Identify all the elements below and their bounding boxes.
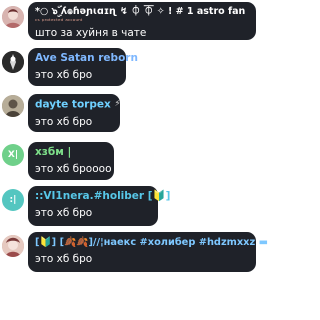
- message-bubble[interactable]: *○ ๖ۣۜ ʎ๏ɦəɲɩɑɪɳ ↯ ⏀ ⏁ ✧ ! # 1 astro fan…: [28, 2, 256, 40]
- avatar-image-icon: [2, 6, 24, 28]
- avatar[interactable]: [2, 51, 24, 73]
- message-bubble[interactable]: dayte torpex ⚡ это хб бро: [28, 94, 121, 132]
- avatar[interactable]: [2, 95, 24, 117]
- sender-name-text: dayte torpex: [35, 98, 111, 111]
- sender-name[interactable]: Ave Satan reborn: [35, 52, 138, 65]
- sender-name[interactable]: dayte torpex ⚡: [35, 98, 121, 112]
- lightning-icon: ⚡: [114, 99, 121, 109]
- avatar-initials: :|: [9, 195, 17, 205]
- avatar[interactable]: :|: [2, 189, 24, 211]
- sender-name[interactable]: [🔰] [🍂🍂]//¦наекс #холибер #hdzmxxz ▬: [35, 236, 268, 249]
- message-text: это хб бро: [35, 253, 93, 265]
- message-text: это хб бро: [35, 115, 93, 128]
- sender-name[interactable]: хзбм |: [35, 146, 106, 159]
- avatar[interactable]: Х|: [2, 144, 24, 166]
- message-bubble[interactable]: [🔰] [🍂🍂]//¦наекс #холибер #hdzmxxz ▬ это…: [28, 232, 268, 272]
- avatar-image-icon: [2, 51, 24, 73]
- message-bubble[interactable]: хзбм | это хб броооо: [28, 142, 114, 180]
- message-text: это хб броооо: [35, 163, 112, 175]
- avatar[interactable]: [2, 6, 24, 28]
- sender-name-subtitle: ᶜˢ ᵖʳᵒᵗᵉᶜᵗᵉᵈ ᵃᶜᶜᵒᵘⁿᵗ: [35, 17, 83, 25]
- avatar[interactable]: [2, 235, 24, 257]
- message-text: это хб бро: [35, 69, 93, 81]
- message-text: што за хуйня в чате: [35, 27, 147, 39]
- sender-name[interactable]: ::VI1nera.#holiber [🔰]: [35, 190, 170, 203]
- message-bubble[interactable]: Ave Satan reborn это хб бро: [28, 48, 138, 86]
- avatar-image-icon: [2, 235, 24, 257]
- avatar-initials: Х|: [7, 150, 19, 160]
- message-text: это хб бро: [35, 207, 93, 219]
- message-bubble[interactable]: ::VI1nera.#holiber [🔰] это хб бро: [28, 186, 170, 226]
- avatar-image-icon: [2, 95, 24, 117]
